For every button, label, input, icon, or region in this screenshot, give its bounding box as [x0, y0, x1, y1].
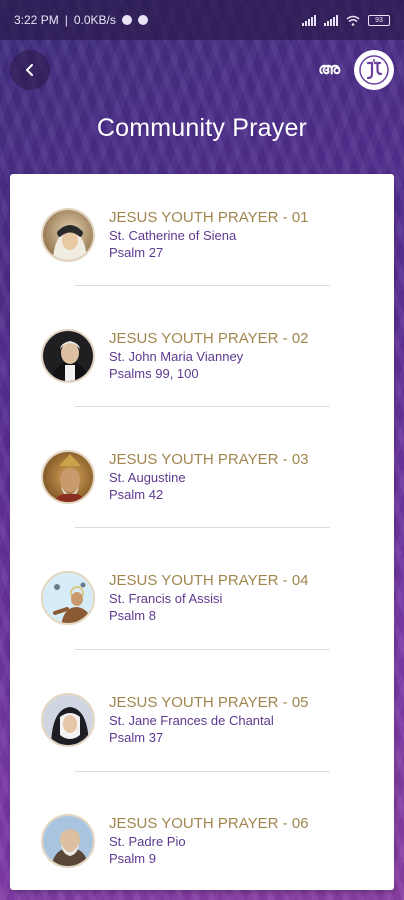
language-toggle-button[interactable]: അ [318, 56, 340, 84]
page-title: Community Prayer [96, 114, 308, 142]
prayer-saint: St. Jane Frances de Chantal [109, 713, 274, 728]
prayer-item-03[interactable]: JESUS YOUTH PRAYER - 03 St. Augustine Ps… [10, 416, 394, 537]
prayer-list-card: JESUS YOUTH PRAYER - 01 St. Catherine of… [10, 174, 394, 890]
network-speed: 0.0KB/s [73, 13, 116, 27]
prayer-title: JESUS YOUTH PRAYER - 06 [109, 815, 309, 832]
battery-icon: 93 [368, 14, 390, 26]
prayer-saint: St. Padre Pio [109, 834, 186, 849]
prayer-title: JESUS YOUTH PRAYER - 01 [109, 209, 309, 226]
saint-avatar-augustine [41, 449, 95, 504]
prayer-saint: St. John Maria Vianney [109, 349, 244, 364]
list-divider [75, 406, 330, 407]
snapchat-icon [137, 15, 148, 25]
prayer-item-06[interactable]: JESUS YOUTH PRAYER - 06 St. Padre Pio Ps… [10, 780, 394, 890]
prayer-psalm: Psalm 9 [109, 851, 156, 866]
prayer-psalm: Psalm 42 [109, 487, 164, 502]
status-bar: 3:22 PM | 0.0KB/s 93 [0, 0, 404, 40]
prayer-saint: St. Augustine [109, 470, 186, 485]
saint-avatar-francis [41, 570, 95, 625]
status-left: 3:22 PM | 0.0KB/s [14, 13, 148, 27]
list-divider [75, 649, 330, 650]
list-divider [75, 527, 330, 528]
prayer-saint: St. Catherine of Siena [109, 228, 237, 243]
battery-level: 93 [375, 16, 383, 24]
language-label: അ [318, 61, 340, 78]
prayer-title: JESUS YOUTH PRAYER - 02 [109, 330, 309, 347]
wifi-icon [346, 15, 360, 26]
status-right: 93 [302, 14, 390, 26]
jesus-youth-logo-icon [359, 55, 389, 85]
saint-avatar-catherine [41, 207, 95, 262]
prayer-psalm: Psalm 27 [109, 245, 164, 260]
prayer-item-text: JESUS YOUTH PRAYER - 04 St. Francis of A… [109, 571, 309, 624]
signal-icon [302, 14, 316, 26]
prayer-psalm: Psalm 37 [109, 730, 164, 745]
prayer-item-text: JESUS YOUTH PRAYER - 01 St. Catherine of… [109, 208, 309, 261]
prayer-item-02[interactable]: JESUS YOUTH PRAYER - 02 St. John Maria V… [10, 295, 394, 416]
jesus-youth-logo-button[interactable] [354, 50, 394, 90]
prayer-item-05[interactable]: JESUS YOUTH PRAYER - 05 St. Jane Frances… [10, 659, 394, 780]
list-divider [75, 771, 330, 772]
notification-icon [121, 15, 132, 25]
prayer-title: JESUS YOUTH PRAYER - 04 [109, 572, 309, 589]
chevron-left-icon [26, 64, 33, 76]
prayer-item-text: JESUS YOUTH PRAYER - 06 St. Padre Pio Ps… [109, 814, 309, 867]
prayer-item-text: JESUS YOUTH PRAYER - 03 St. Augustine Ps… [109, 450, 309, 503]
saint-avatar-jane-frances [41, 692, 95, 747]
back-button[interactable] [10, 50, 50, 90]
prayer-title: JESUS YOUTH PRAYER - 05 [109, 694, 309, 711]
prayer-psalm: Psalm 8 [109, 608, 156, 623]
prayer-item-text: JESUS YOUTH PRAYER - 02 St. John Maria V… [109, 329, 309, 382]
signal-icon-2 [324, 14, 338, 26]
prayer-item-04[interactable]: JESUS YOUTH PRAYER - 04 St. Francis of A… [10, 537, 394, 658]
saint-avatar-padre-pio [41, 813, 95, 868]
saint-avatar-vianney [41, 328, 95, 383]
prayer-psalm: Psalms 99, 100 [109, 366, 199, 381]
prayer-item-text: JESUS YOUTH PRAYER - 05 St. Jane Frances… [109, 693, 309, 746]
app-bar: അ [0, 50, 404, 90]
list-divider [75, 285, 330, 286]
status-time: 3:22 PM [14, 13, 59, 27]
prayer-title: JESUS YOUTH PRAYER - 03 [109, 451, 309, 468]
prayer-saint: St. Francis of Assisi [109, 591, 223, 606]
prayer-item-01[interactable]: JESUS YOUTH PRAYER - 01 St. Catherine of… [10, 174, 394, 295]
status-separator: | [64, 13, 68, 27]
